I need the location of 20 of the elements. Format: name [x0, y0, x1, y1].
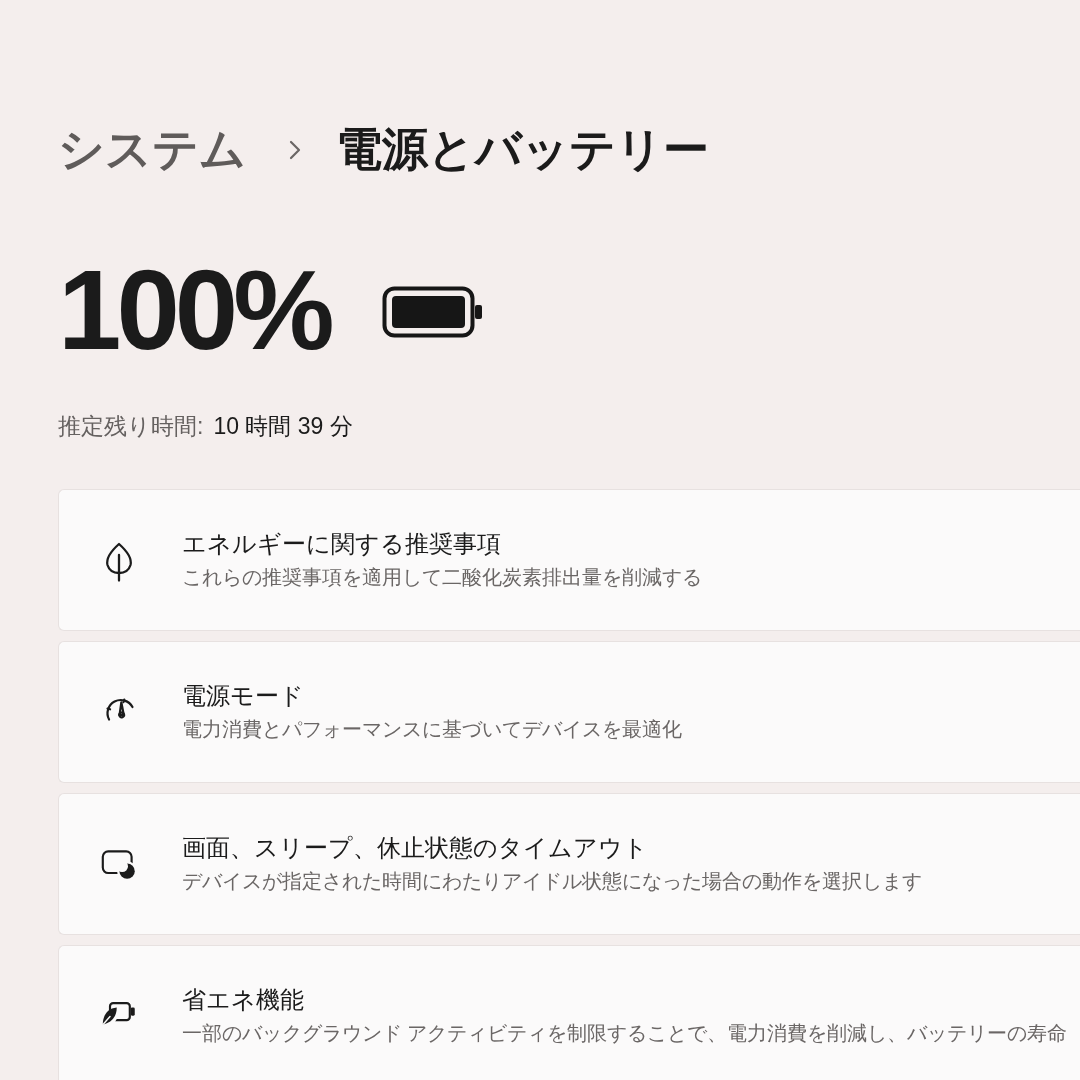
chevron-icon — [288, 138, 302, 161]
page-title: 電源とバッテリー — [336, 122, 709, 177]
setting-card[interactable]: エネルギーに関する推奨事項 これらの推奨事項を適用して二酸化炭素排出量を削減する — [58, 489, 1080, 632]
setting-title: エネルギーに関する推奨事項 — [182, 529, 502, 560]
setting-title: 省エネ機能 — [182, 985, 305, 1016]
setting-title: 画面、スリープ、休止状態のタイムアウト — [182, 833, 649, 864]
setting-card[interactable]: 電源モード 電力消費とパフォーマンスに基づいてデバイスを最適化 — [58, 641, 1080, 784]
leaf-icon — [104, 542, 134, 583]
setting-description: デバイスが指定された時間にわたりアイドル状態になった場合の動作を選択します — [182, 869, 922, 895]
battery-percentage: 100% — [58, 253, 330, 368]
setting-description: 電力消費とパフォーマンスに基づいてデバイスを最適化 — [182, 717, 682, 743]
setting-title: 電源モード — [182, 681, 305, 712]
setting-description: これらの推奨事項を適用して二酸化炭素排出量を削減する — [182, 565, 702, 591]
breadcrumb-link[interactable]: システム — [58, 122, 246, 178]
setting-card[interactable]: 画面、スリープ、休止状態のタイムアウト デバイスが指定された時間にわたりアイドル状態になった場合の動作を選択します — [58, 793, 1080, 936]
setting-description: 一部のバックグラウンド アクティビティを制限することで、電力消費を削減し、バッテリーの寿命 — [182, 1021, 1068, 1047]
estimate-value: 10 時間 39 分 — [213, 412, 353, 442]
battery-icon — [381, 286, 484, 339]
estimate-label: 推定残り時間: — [58, 412, 204, 442]
setting-card[interactable]: 省エネ機能 一部のバックグラウンド アクティビティを制限することで、電力消費を削減し、バッテリーの寿命 — [58, 945, 1080, 1080]
